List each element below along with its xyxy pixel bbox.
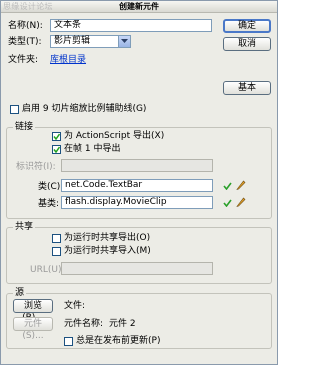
chevron-down-icon [118, 36, 130, 47]
basic-button[interactable]: 基本 [223, 81, 271, 95]
validate-check-icon[interactable] [223, 182, 232, 190]
pencil-icon[interactable] [236, 179, 246, 190]
base-class-input[interactable]: flash.display.MovieClip [61, 196, 213, 209]
type-select-value: 影片剪辑 [54, 36, 91, 46]
name-input[interactable]: 文本条 [50, 19, 212, 32]
type-label: 类型(T): [8, 37, 42, 47]
type-select[interactable]: 影片剪辑 [50, 35, 131, 48]
symbol-name-label: 元件名称: [64, 319, 104, 329]
ok-button[interactable]: 确定 [223, 19, 271, 33]
export-runtime-checkbox[interactable] [52, 234, 61, 243]
folder-link[interactable]: 库根目录 [50, 54, 86, 66]
sharing-title: 共享 [13, 222, 36, 232]
guides-checkbox[interactable] [10, 105, 19, 114]
identifier-input [61, 159, 213, 172]
export-frame1-checkbox[interactable] [52, 145, 61, 154]
name-label: 名称(N): [8, 21, 43, 31]
import-runtime-label: 为运行时共享导入(M) [64, 246, 151, 256]
always-update-label: 总是在发布前更新(P) [76, 336, 161, 346]
cancel-button[interactable]: 取消 [223, 37, 271, 51]
file-label: 文件: [64, 301, 86, 311]
url-label: URL(U): [30, 265, 65, 275]
export-actionscript-label: 为 ActionScript 导出(X) [64, 131, 165, 141]
export-actionscript-checkbox[interactable] [52, 132, 61, 141]
linkage-title: 链接 [13, 122, 36, 132]
browse-button[interactable]: 浏览(B)... [13, 299, 53, 323]
source-title: 源 [13, 288, 27, 298]
create-symbol-dialog: 创建新元件 思缘设计论坛 名称(N): 文本条 类型(T): 影片剪辑 文件夹:… [0, 0, 278, 365]
validate-base-check-icon[interactable] [223, 199, 232, 207]
watermark: 思缘设计论坛 [3, 2, 53, 11]
title-bar: 创建新元件 思缘设计论坛 [1, 1, 277, 13]
guides-label: 启用 9 切片缩放比例辅助线(G) [22, 104, 147, 114]
export-frame1-label: 在帧 1 中导出 [64, 144, 121, 154]
class-label: 类(C): [38, 182, 64, 192]
folder-label: 文件夹: [8, 55, 39, 65]
url-input [61, 262, 213, 275]
symbol-name-value: 元件 2 [109, 319, 136, 329]
pencil-base-icon[interactable] [236, 196, 246, 207]
import-runtime-checkbox[interactable] [52, 247, 61, 256]
always-update-checkbox[interactable] [64, 337, 73, 346]
identifier-label: 标识符(I): [16, 162, 56, 172]
base-class-label: 基类: [38, 199, 60, 209]
export-runtime-label: 为运行时共享导出(O) [64, 233, 151, 243]
class-input[interactable]: net.Code.TextBar [61, 179, 213, 192]
symbol-button: 元件(S)... [13, 317, 53, 341]
